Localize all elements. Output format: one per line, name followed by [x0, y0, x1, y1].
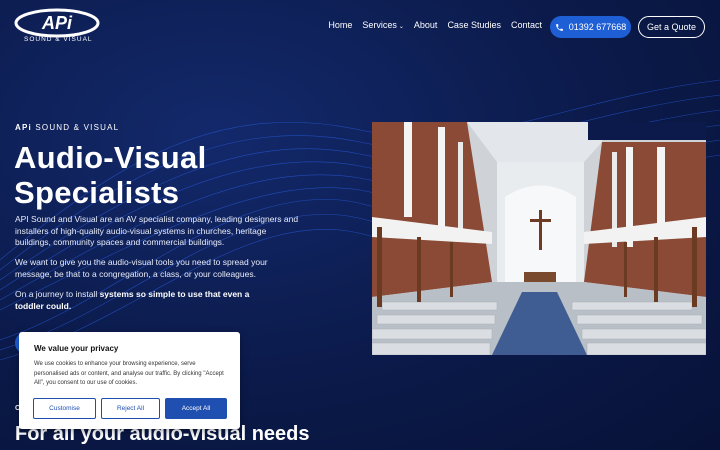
cookie-title: We value your privacy [34, 344, 119, 353]
phone-icon [555, 23, 563, 31]
hero-paragraph-3: On a journey to install systems so simpl… [15, 289, 255, 312]
hero-eyebrow: APi SOUND & VISUAL [15, 123, 119, 132]
photo-overlay-panel [588, 122, 706, 140]
cookie-consent-banner: We value your privacy We use cookies to … [19, 332, 240, 429]
site-header: APi SOUND & VISUAL Home Services ⌄ About … [0, 0, 720, 54]
chevron-down-icon: ⌄ [398, 24, 404, 30]
customise-button[interactable]: Customise [33, 398, 96, 419]
church-interior-image [372, 122, 706, 355]
nav-home[interactable]: Home [328, 20, 352, 30]
main-nav: Home Services ⌄ About Case Studies Contac… [328, 20, 542, 30]
nav-case-studies[interactable]: Case Studies [447, 20, 501, 30]
phone-number: 01392 677668 [568, 22, 627, 32]
nav-services[interactable]: Services ⌄ [362, 20, 404, 30]
nav-about[interactable]: About [414, 20, 438, 30]
para3-start: On a journey to install [15, 289, 100, 299]
logo-text: APi [41, 13, 73, 33]
hero-paragraph-2: We want to give you the audio-visual too… [15, 257, 268, 279]
logo-subtitle: SOUND & VISUAL [24, 36, 93, 43]
page: APi SOUND & VISUAL Home Services ⌄ About … [0, 0, 720, 450]
eyebrow-rest: SOUND & VISUAL [31, 123, 120, 132]
hero-paragraph-1: API Sound and Visual are an AV specialis… [15, 214, 299, 247]
accept-all-button[interactable]: Accept All [165, 398, 227, 419]
phone-button[interactable]: 01392 677668 [550, 16, 631, 38]
cookie-text: We use cookies to enhance your browsing … [34, 361, 224, 386]
get-quote-button[interactable]: Get a Quote [638, 16, 705, 38]
nav-contact[interactable]: Contact [511, 20, 542, 30]
hero-headline: Audio-Visual Specialists [14, 140, 207, 210]
nav-services-label: Services [362, 20, 397, 30]
eyebrow-brand: APi [15, 123, 32, 132]
reject-all-button[interactable]: Reject All [101, 398, 160, 419]
